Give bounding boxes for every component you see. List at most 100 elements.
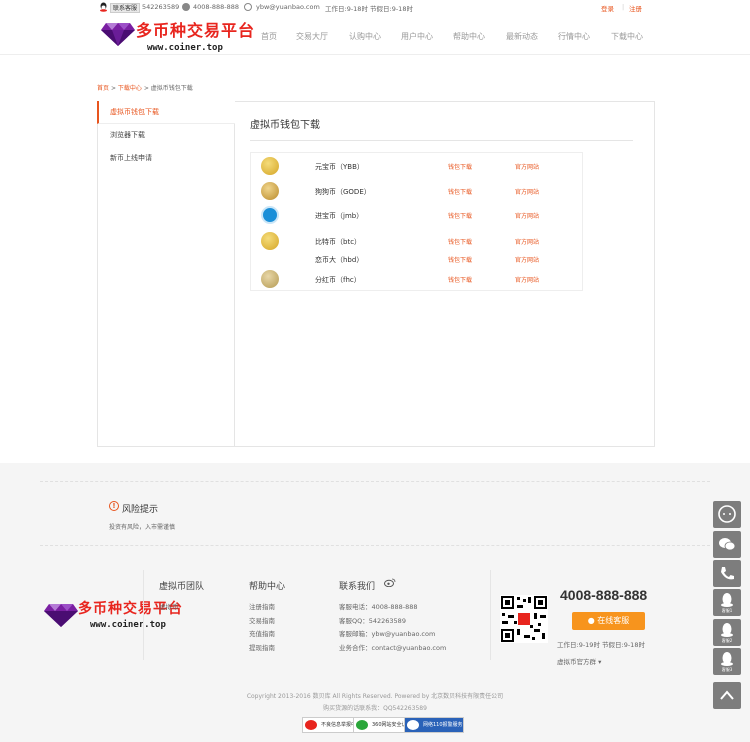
wallet-download-link[interactable]: 钱包下载 [448, 255, 472, 264]
help-link-trade[interactable]: 交易指南 [249, 615, 275, 625]
footer-logo[interactable]: 多币种交易平台 www.coiner.top [43, 598, 182, 630]
footer-divider [490, 570, 491, 660]
coin-icon-btc [261, 232, 279, 250]
topbar-email[interactable]: ybw@yuanbao.com [256, 3, 320, 11]
coin-name: 进宝币（jmb） [315, 212, 364, 220]
table-row: 恋币大（hbd） 钱包下载 官方网站 [250, 249, 583, 269]
coin-icon-ybb [261, 157, 279, 175]
page-title: 虚拟币钱包下载 [250, 120, 320, 131]
team-link[interactable]: 虚拟币 [159, 601, 179, 611]
coin-name: 分红币（fhc） [315, 276, 361, 284]
contact-service-link[interactable]: 联系客服 [110, 3, 141, 13]
logo-url: www.coiner.top [147, 43, 223, 53]
nav-subscription[interactable]: 认购中心 [349, 31, 381, 42]
breadcrumb-separator: > [143, 85, 149, 92]
chevron-down-icon: ▾ [598, 658, 602, 666]
footer-divider [143, 570, 144, 660]
contact-email: 客服邮箱：ybw@yuanbao.com [339, 630, 436, 638]
table-row: 进宝币（jmb） 钱包下载 官方网站 [250, 205, 583, 225]
risk-title: 风险提示 [122, 505, 159, 515]
coin-name: 狗狗币（GODE） [315, 188, 371, 196]
help-link-deposit[interactable]: 充值指南 [249, 628, 275, 638]
footer-hours: 工作日:9-19时 节假日:9-18时 [557, 641, 645, 649]
official-site-link[interactable]: 官方网站 [515, 211, 539, 220]
breadcrumb-home[interactable]: 首页 [97, 85, 109, 92]
nav-trading-hall[interactable]: 交易大厅 [296, 31, 328, 42]
float-qq-3[interactable]: 客服3 [713, 648, 741, 675]
online-service-button[interactable]: ● 在线客服 [572, 612, 645, 630]
official-site-link[interactable]: 官方网站 [515, 255, 539, 264]
top-bar: 联系客服 542263589 4008-888-888 ybw@yuanbao.… [0, 0, 750, 15]
weibo-icon[interactable] [384, 578, 396, 588]
topbar-divider: | [622, 3, 625, 11]
wallet-download-link[interactable]: 钱包下载 [448, 275, 472, 284]
breadcrumb-section[interactable]: 下载中心 [118, 85, 142, 92]
sidebar: 虚拟币钱包下载 浏览器下载 新币上线申请 [97, 101, 235, 447]
coin-icon-jmb [261, 206, 279, 224]
sidebar-item-new-coin-apply[interactable]: 新币上线申请 [97, 147, 235, 170]
online-service-label: 在线客服 [597, 616, 630, 625]
copyright: Copyright 2013-2016 数贝库 All Rights Reser… [246, 693, 504, 700]
police-badge[interactable]: 网络110报警服务 [404, 717, 464, 733]
help-link-withdraw[interactable]: 提现指南 [249, 642, 275, 652]
official-group-dropdown[interactable]: 虚拟币官方群 ▾ [557, 656, 601, 666]
official-site-link[interactable]: 官方网站 [515, 275, 539, 284]
wallet-download-link[interactable]: 钱包下载 [448, 211, 472, 220]
float-service-button[interactable] [713, 501, 741, 528]
contact-phone: 客服电话：4008-888-888 [339, 603, 418, 611]
sidebar-item-browser-download[interactable]: 浏览器下载 [97, 124, 235, 147]
coin-name: 元宝币（YBB） [315, 163, 364, 171]
float-qq-2[interactable]: 客服2 [713, 619, 741, 646]
nav-help-center[interactable]: 帮助中心 [453, 31, 485, 42]
police-badge-icon [407, 720, 419, 730]
header: 多币种交易平台 www.coiner.top 首页 交易大厅 认购中心 用户中心… [0, 15, 750, 55]
register-link[interactable]: 注册 [629, 3, 642, 13]
phone-icon [182, 3, 190, 11]
float-qq-label: 客服2 [721, 638, 733, 643]
badge-label: 网络110报警服务 [423, 722, 463, 728]
nav-market[interactable]: 行情中心 [558, 31, 590, 42]
diamond-logo-icon [44, 604, 78, 627]
logo-url: www.coiner.top [90, 620, 166, 630]
contact-qq: 客服QQ：542263589 [339, 617, 406, 625]
login-link[interactable]: 登录 [601, 3, 614, 13]
nav-user-center[interactable]: 用户中心 [401, 31, 433, 42]
nav-home[interactable]: 首页 [261, 31, 277, 42]
icp-text: 购买货源的话联系我：QQ542263589 [323, 705, 427, 712]
topbar-qq: 542263589 [142, 3, 180, 11]
qq-icon [99, 2, 108, 12]
logo[interactable]: 多币种交易平台 www.coiner.top [100, 17, 254, 53]
nav-download[interactable]: 下载中心 [611, 31, 643, 42]
float-phone-button[interactable] [713, 560, 741, 587]
chat-icon: ● [587, 616, 595, 625]
official-site-link[interactable]: 官方网站 [515, 187, 539, 196]
float-qq-1[interactable]: 客服1 [713, 589, 741, 616]
divider [40, 545, 710, 546]
divider [40, 481, 710, 482]
float-chat-button[interactable] [713, 531, 741, 558]
warning-icon: ! [109, 501, 119, 511]
phone-icon [721, 567, 734, 580]
wallet-download-link[interactable]: 钱包下载 [448, 237, 472, 246]
group-label: 虚拟币官方群 [557, 658, 596, 666]
help-link-register[interactable]: 注册指南 [249, 601, 275, 611]
team-title: 虚拟币团队 [159, 582, 205, 592]
official-site-link[interactable]: 官方网站 [515, 237, 539, 246]
wallet-download-link[interactable]: 钱包下载 [448, 187, 472, 196]
headset-icon [718, 505, 736, 523]
wallet-download-link[interactable]: 钱包下载 [448, 162, 472, 171]
table-row: 元宝币（YBB） 钱包下载 官方网站 [250, 156, 583, 176]
footer-phone: 4008-888-888 [560, 587, 648, 603]
table-row: 分红币（fhc） 钱包下载 官方网站 [250, 269, 583, 289]
title-divider [250, 140, 633, 141]
security-badge-icon [356, 720, 368, 730]
back-to-top-button[interactable] [713, 682, 741, 709]
coin-icon-doge [261, 182, 279, 200]
table-row: 比特币（btc） 钱包下载 官方网站 [250, 231, 583, 251]
official-site-link[interactable]: 官方网站 [515, 162, 539, 171]
sidebar-item-wallet-download[interactable]: 虚拟币钱包下载 [97, 101, 235, 124]
contact-business: 业务合作：contact@yuanbao.com [339, 644, 447, 652]
nav-news[interactable]: 最新动态 [506, 31, 538, 42]
qq-icon [721, 652, 733, 666]
table-row: 狗狗币（GODE） 钱包下载 官方网站 [250, 181, 583, 201]
